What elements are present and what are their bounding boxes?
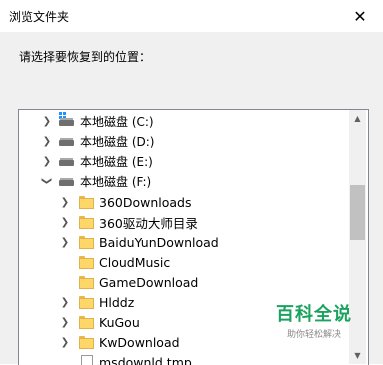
chevron-right-icon[interactable]: ❯ (41, 111, 53, 131)
tree-item-folder[interactable]: ❯ 360驱动大师目录 (19, 212, 347, 232)
chevron-right-icon[interactable]: ❯ (59, 212, 71, 232)
chevron-right-icon[interactable]: ❯ (41, 151, 53, 171)
tree-item-label: CloudMusic (99, 255, 170, 270)
folder-icon (79, 216, 95, 229)
tree-item-folder[interactable]: ❯ BaiduYunDownload (19, 232, 347, 252)
folder-icon (79, 196, 95, 209)
tree-item-label: 360Downloads (99, 195, 192, 210)
tree-item-drive-f[interactable]: ❯ 本地磁盘 (F:) (19, 171, 347, 191)
tree-item-folder[interactable]: CloudMusic (19, 252, 347, 272)
scroll-down-arrow-icon[interactable]: ▼ (349, 347, 366, 364)
watermark-tagline: 助你轻松解决 (276, 327, 352, 340)
tree-item-label: KwDownload (99, 335, 180, 350)
chevron-right-icon[interactable]: ❯ (59, 192, 71, 212)
windows-drive-icon (59, 115, 75, 127)
scrollbar-thumb[interactable] (350, 185, 365, 240)
folder-icon (79, 336, 95, 349)
chevron-right-icon[interactable]: ❯ (59, 232, 71, 252)
close-button[interactable]: ✕ (337, 0, 383, 32)
tree-item-label: BaiduYunDownload (99, 235, 219, 250)
drive-icon (59, 175, 75, 187)
tree-item-label: 本地磁盘 (D:) (80, 133, 154, 150)
watermark-brand: 百科全说 (276, 300, 352, 326)
tree-item-label: Hlddz (99, 295, 134, 310)
tree-item-drive-c[interactable]: ❯ 本地磁盘 (C:) (19, 111, 347, 131)
chevron-right-icon[interactable]: ❯ (59, 332, 71, 352)
tree-item-folder[interactable]: msdownld.tmp (19, 352, 347, 365)
tree-item-folder[interactable]: ❯ 360Downloads (19, 192, 347, 212)
tree-item-label: 360驱动大师目录 (99, 213, 198, 232)
tree-item-label: 本地磁盘 (E:) (80, 153, 153, 170)
tree-item-drive-d[interactable]: ❯ 本地磁盘 (D:) (19, 131, 347, 151)
title-bar: 浏览文件夹 ✕ (0, 0, 383, 32)
chevron-down-icon[interactable]: ❯ (37, 175, 57, 187)
tree-item-label: msdownld.tmp (99, 355, 192, 365)
tree-item-folder[interactable]: GameDownload (19, 272, 347, 292)
chevron-right-icon[interactable]: ❯ (41, 131, 53, 151)
tree-item-drive-e[interactable]: ❯ 本地磁盘 (E:) (19, 151, 347, 171)
folder-icon (79, 236, 95, 249)
window-title: 浏览文件夹 (9, 8, 69, 25)
folder-icon (79, 316, 95, 329)
instruction-text: 请选择要恢复到的位置： (19, 48, 151, 65)
chevron-right-icon[interactable]: ❯ (59, 312, 71, 332)
folder-icon (79, 276, 95, 289)
folder-icon (79, 256, 95, 269)
tree-item-label: 本地磁盘 (C:) (80, 113, 154, 130)
tree-item-label: GameDownload (99, 275, 198, 290)
drive-icon (59, 135, 75, 147)
chevron-right-icon[interactable]: ❯ (59, 292, 71, 312)
drive-icon (59, 155, 75, 167)
scroll-up-arrow-icon[interactable]: ▲ (349, 110, 366, 127)
watermark-logo: 百科全说 助你轻松解决 (276, 300, 352, 340)
folder-icon (79, 296, 95, 309)
tree-item-label: KuGou (99, 315, 140, 330)
tree-item-label: 本地磁盘 (F:) (80, 173, 151, 190)
